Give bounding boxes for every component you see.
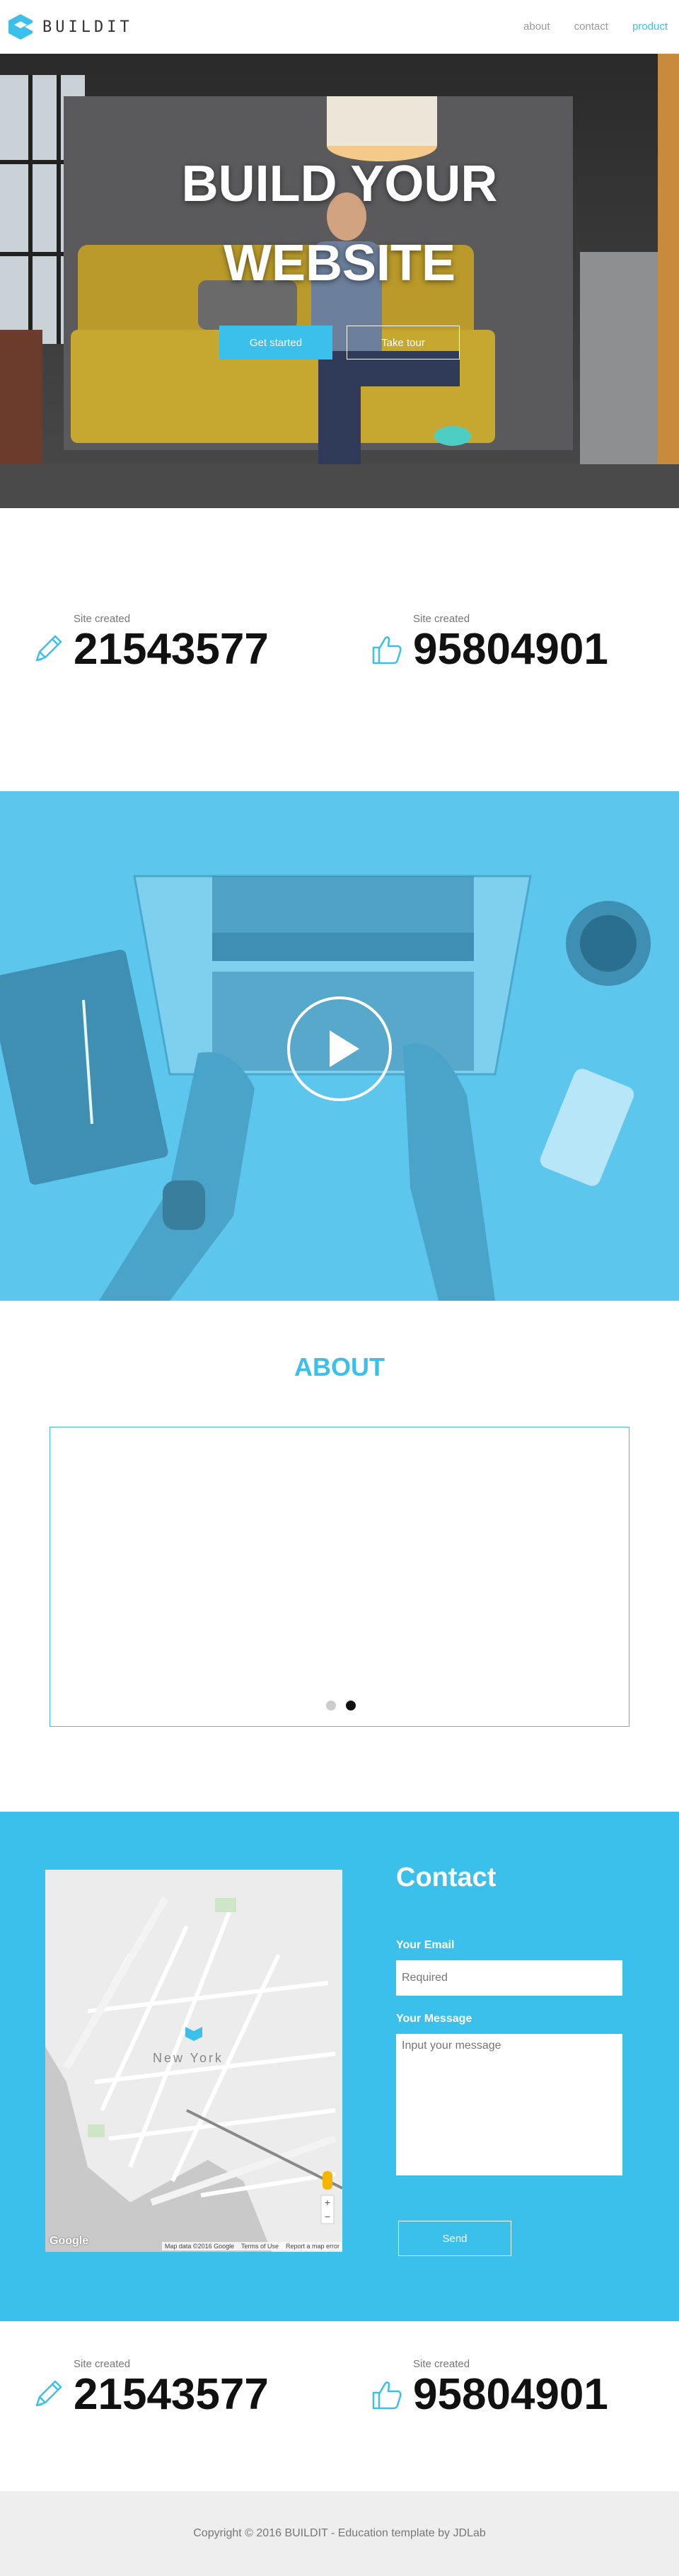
message-label: Your Message <box>396 2013 472 2025</box>
pencil-icon <box>35 2380 62 2407</box>
email-field[interactable] <box>396 1960 622 1996</box>
contact-section: + − New York Google Map data ©2016 Googl… <box>0 1812 679 2321</box>
stat-value: 21543577 <box>74 2370 269 2419</box>
get-started-button[interactable]: Get started <box>219 326 332 360</box>
about-carousel <box>50 1427 629 1727</box>
email-label: Your Email <box>396 1939 455 1951</box>
main-nav: about contact product <box>523 21 668 33</box>
logo-icon <box>8 14 33 40</box>
nav-product[interactable]: product <box>632 21 668 33</box>
play-video-button[interactable] <box>287 996 392 1101</box>
stat-label: Site created <box>74 2358 131 2370</box>
stat-text: Site created 95804901 <box>413 613 608 673</box>
svg-text:+: + <box>325 2197 330 2208</box>
hero-title: BUILD YOUR WEBSITE <box>0 144 679 303</box>
site-footer: Copyright © 2016 BUILDIT - Education tem… <box>0 2491 679 2576</box>
thumbs-up-icon <box>372 636 402 665</box>
stats-section-top: Site created 21543577 Site created 95804… <box>0 508 679 791</box>
about-section: ABOUT <box>0 1301 679 1812</box>
carousel-dot-active[interactable] <box>346 1701 356 1710</box>
nav-contact[interactable]: contact <box>574 21 608 33</box>
map-city-label: New York <box>153 2051 224 2065</box>
send-button[interactable]: Send <box>398 2221 511 2256</box>
take-tour-button[interactable]: Take tour <box>347 326 460 360</box>
map-attribution: Map data ©2016 Google Terms of Use Repor… <box>161 2242 342 2250</box>
logo-text: BUILDIT <box>42 18 133 36</box>
pencil-icon <box>35 635 62 662</box>
site-header: BUILDIT about contact product <box>0 0 679 54</box>
message-field[interactable] <box>396 2034 622 2175</box>
thumbs-up-icon <box>372 2381 402 2410</box>
logo[interactable]: BUILDIT <box>6 13 133 41</box>
copyright-text: Copyright © 2016 BUILDIT - Education tem… <box>193 2527 486 2539</box>
svg-text:−: − <box>325 2211 330 2222</box>
play-icon <box>330 1030 359 1067</box>
stat-item: Site created 21543577 <box>30 2358 269 2418</box>
stat-label: Site created <box>413 613 470 625</box>
hero-title-line2: WEBSITE <box>223 235 455 292</box>
stat-value: 21543577 <box>74 625 269 674</box>
carousel-dot[interactable] <box>326 1701 336 1710</box>
hero-section: BUILD YOUR WEBSITE Get started Take tour <box>0 54 679 508</box>
stat-value: 95804901 <box>413 625 608 674</box>
google-logo: Google <box>50 2235 89 2247</box>
carousel-dots <box>326 1701 356 1710</box>
stat-label: Site created <box>74 613 131 625</box>
stat-text: Site created 21543577 <box>74 613 269 673</box>
stat-text: Site created 21543577 <box>74 2358 269 2418</box>
stat-value: 95804901 <box>413 2370 608 2419</box>
contact-title: Contact <box>396 1863 497 1892</box>
hero-buttons: Get started Take tour <box>219 326 460 360</box>
about-title: ABOUT <box>294 1352 385 1381</box>
stat-label: Site created <box>413 2358 470 2370</box>
stat-item: Site created 21543577 <box>30 613 269 673</box>
stat-text: Site created 95804901 <box>413 2358 608 2418</box>
video-section <box>0 791 679 1301</box>
stat-item: Site created 95804901 <box>369 2358 608 2418</box>
hero-title-line1: BUILD YOUR <box>181 156 498 212</box>
stat-item: Site created 95804901 <box>369 613 608 673</box>
stats-section-bottom: Site created 21543577 Site created 95804… <box>0 2321 679 2491</box>
nav-about[interactable]: about <box>523 21 550 33</box>
map[interactable]: + − New York Google Map data ©2016 Googl… <box>45 1870 342 2252</box>
